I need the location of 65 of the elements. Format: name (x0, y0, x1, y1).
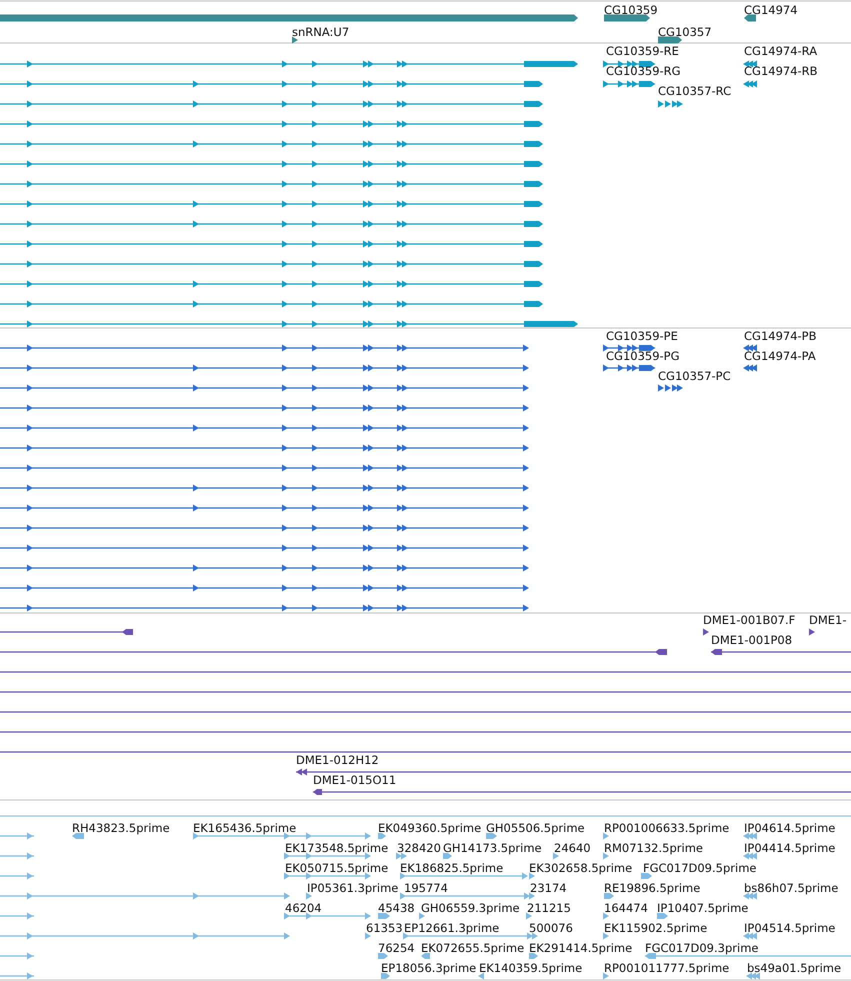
feature-label: CG10357-PC (658, 369, 731, 383)
feature-label: CG14974-RB (744, 64, 818, 78)
feature-glyph (0, 872, 34, 880)
feature-label: CG10359-PE (606, 329, 678, 343)
feature-label: IP10407.5prime (657, 901, 748, 915)
feature-label: EK049360.5prime (378, 821, 482, 835)
feature-glyph (0, 852, 34, 860)
feature-label: 46204 (285, 901, 322, 915)
feature-label: CG10357-RC (658, 84, 732, 98)
feature-label: GH05506.5prime (486, 821, 585, 835)
feature-label: GH14173.5prime (443, 841, 542, 855)
feature-glyph (0, 832, 34, 840)
feature-label: EK291414.5prime (529, 941, 632, 955)
feature-label: EP12661.3prime (404, 921, 500, 935)
feature-label: bs86h07.5prime (744, 881, 838, 895)
feature-label: RP001006633.5prime (604, 821, 730, 835)
feature-label: EK165436.5prime (193, 821, 296, 835)
feature-label: EP18056.3prime (381, 961, 476, 975)
feature-label: bs49a01.5prime (747, 961, 842, 975)
feature-label: EK072655.5prime (421, 941, 524, 955)
feature-glyph (0, 952, 34, 960)
feature-label: CG10359-RG (606, 64, 681, 78)
feature-label: IP04414.5prime (744, 841, 836, 855)
feature-label: FGC017D09.5prime (643, 861, 756, 875)
feature-label: 45438 (378, 901, 415, 915)
feature-label: IP04514.5prime (744, 921, 836, 935)
feature-label: CG10359-PG (606, 349, 680, 363)
feature-label: RE19896.5prime (604, 881, 700, 895)
feature-label: 24640 (554, 841, 591, 855)
feature-label: EK050715.5prime (285, 861, 388, 875)
feature-label: EK140359.5prime (479, 961, 582, 975)
feature-label: RH43823.5prime (72, 821, 170, 835)
feature-label: 61353 (366, 921, 403, 935)
feature-glyph (0, 972, 34, 980)
feature-label: CG10359-RE (606, 44, 679, 58)
feature-label: CG14974 (744, 3, 798, 17)
feature-label: CG14974-PA (744, 349, 816, 363)
feature-label: GH06559.3prime (421, 901, 520, 915)
feature-label: 500076 (529, 921, 573, 935)
feature-label: 195774 (404, 881, 448, 895)
feature-label: DME1- (809, 613, 847, 627)
feature-label: DME1-001P08 (711, 633, 792, 647)
feature-label: DME1-015O11 (313, 773, 396, 787)
feature-label: DME1-012H12 (296, 753, 379, 767)
feature-label: CG14974-RA (744, 44, 818, 58)
feature-label: RM07132.5prime (604, 841, 703, 855)
feature-label: 211215 (527, 901, 571, 915)
feature-glyph (0, 912, 34, 920)
feature-label: DME1-001B07.F (703, 613, 796, 627)
feature-label: FGC017D09.3prime (645, 941, 758, 955)
feature-label: IP04614.5prime (744, 821, 836, 835)
feature-label: 76254 (378, 941, 415, 955)
feature-label: CG10359 (604, 3, 658, 17)
feature-label: IP05361.3prime (307, 881, 398, 895)
feature-label: 328420 (397, 841, 441, 855)
feature-label: EK302658.5prime (529, 861, 632, 875)
feature-label: EK186825.5prime (400, 861, 504, 875)
feature-label: snRNA:U7 (292, 25, 350, 39)
feature-label: CG14974-PB (744, 329, 816, 343)
feature-label: 164474 (604, 901, 648, 915)
feature-label: CG10357 (658, 25, 712, 39)
feature-label: EK115902.5prime (604, 921, 708, 935)
feature-label: EK173548.5prime (285, 841, 388, 855)
feature-label: RP001011777.5prime (604, 961, 730, 975)
feature-label: 23174 (530, 881, 567, 895)
